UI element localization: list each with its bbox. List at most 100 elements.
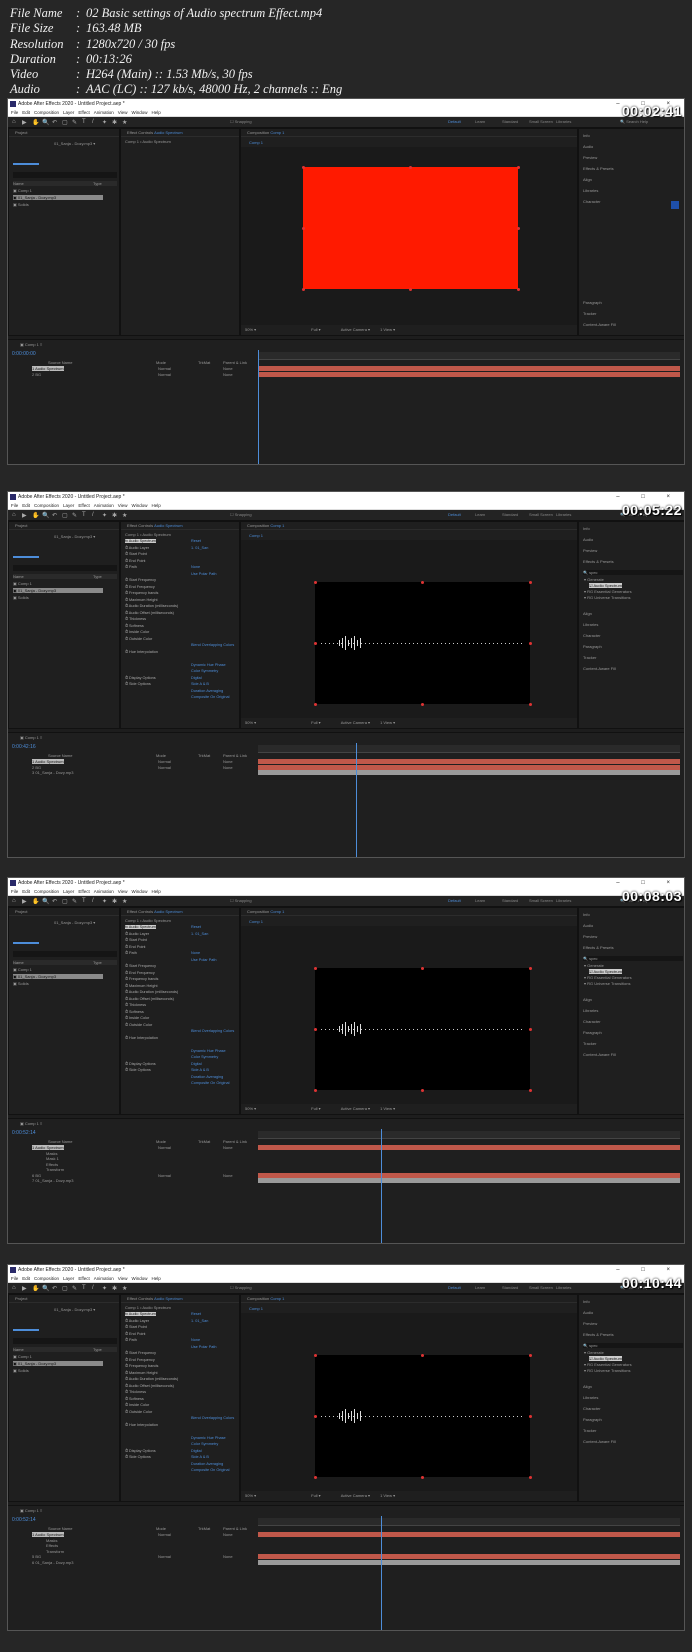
transform-handle[interactable] bbox=[516, 165, 520, 169]
panel-tab-tracker[interactable]: Tracker bbox=[583, 1428, 596, 1433]
effect-property-value[interactable]: Digital bbox=[191, 1062, 202, 1066]
menu-item-edit[interactable]: Edit bbox=[22, 1276, 30, 1281]
workspace-learn[interactable]: Learn bbox=[475, 898, 485, 903]
effects-search-input[interactable]: 🔍 spec bbox=[583, 956, 683, 961]
timeline-layer-row[interactable]: Effects bbox=[46, 1162, 58, 1167]
menu-item-composition[interactable]: Composition bbox=[34, 1276, 59, 1281]
menu-item-effect[interactable]: Effect bbox=[78, 110, 89, 115]
views-dropdown[interactable]: 1 View ▾ bbox=[380, 327, 395, 332]
tool-icon[interactable]: ✦ bbox=[102, 898, 107, 905]
layer-duration-bar[interactable] bbox=[258, 1532, 680, 1537]
effect-controls-tab[interactable]: Effect Controls Audio Spectrum bbox=[121, 908, 239, 916]
tool-icon[interactable]: ▶ bbox=[22, 119, 27, 126]
transform-handle[interactable] bbox=[516, 287, 520, 291]
workspace-standard[interactable]: Standard bbox=[502, 1285, 518, 1290]
panel-tab-paragraph[interactable]: Paragraph bbox=[583, 1417, 602, 1422]
tool-icon[interactable]: ✎ bbox=[72, 119, 77, 126]
resolution-dropdown[interactable]: Full ▾ bbox=[311, 327, 321, 332]
tool-icon[interactable]: ✋ bbox=[32, 119, 39, 126]
timeline-layer-row[interactable]: 5 BG bbox=[32, 1554, 41, 1559]
effect-property-value[interactable]: Composite On Original bbox=[191, 695, 229, 699]
project-search[interactable] bbox=[13, 951, 117, 957]
panel-tab-libraries[interactable]: Libraries bbox=[583, 1395, 598, 1400]
tool-icon[interactable]: ★ bbox=[122, 119, 127, 126]
resolution-dropdown[interactable]: Full ▾ bbox=[311, 720, 321, 725]
window-controls[interactable]: – □ × bbox=[616, 1265, 680, 1275]
transform-handle[interactable] bbox=[528, 1414, 532, 1418]
effect-property-value[interactable]: Color Symmetry bbox=[191, 1442, 218, 1446]
transform-handle[interactable] bbox=[301, 287, 305, 291]
effects-result[interactable]: ▾ RG Essential Generators bbox=[584, 975, 632, 980]
effect-property-value[interactable]: Blend Overlapping Colors bbox=[191, 1029, 234, 1033]
menu-item-edit[interactable]: Edit bbox=[22, 889, 30, 894]
transform-handle[interactable] bbox=[421, 1353, 424, 1357]
layer-mode[interactable]: Normal bbox=[158, 1554, 171, 1559]
menu-item-animation[interactable]: Animation bbox=[94, 503, 114, 508]
tool-icon[interactable]: ⌂ bbox=[12, 1285, 16, 1291]
comp-flowchart-tab[interactable]: Comp 1 bbox=[249, 140, 263, 145]
tool-icon[interactable]: 🔍 bbox=[42, 1285, 49, 1292]
playhead[interactable] bbox=[258, 350, 259, 464]
menu-item-edit[interactable]: Edit bbox=[22, 503, 30, 508]
menu-item-layer[interactable]: Layer bbox=[63, 503, 74, 508]
zoom-dropdown[interactable]: 50% ▾ bbox=[245, 720, 256, 725]
menu-item-file[interactable]: File bbox=[11, 110, 18, 115]
layer-mode[interactable]: Normal bbox=[158, 1173, 171, 1178]
workspace-libraries[interactable]: Libraries bbox=[556, 119, 571, 124]
layer-duration-bar[interactable] bbox=[258, 770, 680, 775]
timeline-layer-row[interactable]: Masks bbox=[46, 1538, 58, 1543]
transform-handle[interactable] bbox=[301, 226, 305, 230]
menu-item-window[interactable]: Window bbox=[131, 889, 147, 894]
snapping-checkbox[interactable]: ☐ Snapping bbox=[230, 512, 252, 517]
window-controls[interactable]: – □ × bbox=[616, 878, 680, 888]
comp-flowchart-tab[interactable]: Comp 1 bbox=[249, 1306, 263, 1311]
effects-result[interactable]: ▾ RG Universe Transitions bbox=[584, 981, 630, 986]
project-search[interactable] bbox=[13, 1338, 117, 1344]
effect-property-value[interactable]: Digital bbox=[191, 1449, 202, 1453]
panel-tab-content-aware-fill[interactable]: Content-Aware Fill bbox=[583, 1052, 616, 1057]
timeline-tab[interactable]: ▣ Comp 1 ≡ bbox=[20, 342, 42, 347]
panel-tab-audio[interactable]: Audio bbox=[583, 144, 593, 149]
project-item[interactable]: ▣ Solids bbox=[13, 981, 103, 986]
panel-tab-info[interactable]: Info bbox=[583, 1299, 590, 1304]
layer-parent[interactable]: None bbox=[223, 366, 233, 371]
panel-tab-align[interactable]: Align bbox=[583, 177, 592, 182]
current-timecode[interactable]: 0:00:42:16 bbox=[12, 744, 36, 750]
snapping-checkbox[interactable]: ☐ Snapping bbox=[230, 119, 252, 124]
menu-item-animation[interactable]: Animation bbox=[94, 1276, 114, 1281]
transform-handle[interactable] bbox=[516, 226, 520, 230]
effect-property-value[interactable]: Use Polar Path bbox=[191, 958, 217, 962]
tool-icon[interactable]: ⌂ bbox=[12, 512, 16, 518]
tool-icon[interactable]: ✱ bbox=[112, 898, 117, 905]
effect-property-value[interactable]: Composite On Original bbox=[191, 1081, 229, 1085]
panel-tab-align[interactable]: Align bbox=[583, 997, 592, 1002]
tool-icon[interactable]: ★ bbox=[122, 512, 127, 519]
menu-item-effect[interactable]: Effect bbox=[78, 503, 89, 508]
menu-item-composition[interactable]: Composition bbox=[34, 889, 59, 894]
effect-property-value[interactable]: Reset bbox=[191, 1312, 201, 1316]
menu-item-window[interactable]: Window bbox=[131, 1276, 147, 1281]
transform-handle[interactable] bbox=[313, 1353, 317, 1357]
tool-icon[interactable]: T bbox=[82, 1285, 86, 1291]
effect-property-value[interactable]: Side A & B bbox=[191, 1068, 209, 1072]
layer-parent[interactable]: None bbox=[223, 372, 233, 377]
tool-icon[interactable]: ✦ bbox=[102, 512, 107, 519]
tool-icon[interactable]: ▢ bbox=[62, 512, 68, 519]
tool-icon[interactable]: ★ bbox=[122, 898, 127, 905]
comp-layer[interactable] bbox=[313, 966, 532, 1092]
menu-item-help[interactable]: Help bbox=[151, 1276, 160, 1281]
camera-dropdown[interactable]: Active Camera ▾ bbox=[341, 1493, 370, 1498]
timeline-layer-row[interactable]: 1 Audio Spectrum bbox=[32, 366, 64, 371]
panel-tab-info[interactable]: Info bbox=[583, 912, 590, 917]
workspace-standard[interactable]: Standard bbox=[502, 119, 518, 124]
effect-property-value[interactable]: None bbox=[191, 565, 200, 569]
tool-icon[interactable]: ▢ bbox=[62, 119, 68, 126]
timeline-layer-row[interactable]: 1 Audio Spectrum bbox=[32, 759, 64, 764]
effect-property-value[interactable]: 1. 01_San bbox=[191, 546, 208, 550]
tool-icon[interactable]: ▶ bbox=[22, 512, 27, 519]
project-item[interactable]: ▣ Comp 1 bbox=[13, 581, 103, 586]
layer-duration-bar[interactable] bbox=[258, 764, 680, 770]
effect-property-value[interactable]: Side A & B bbox=[191, 1455, 209, 1459]
panel-tab-libraries[interactable]: Libraries bbox=[583, 188, 598, 193]
effect-property-value[interactable]: None bbox=[191, 1338, 200, 1342]
